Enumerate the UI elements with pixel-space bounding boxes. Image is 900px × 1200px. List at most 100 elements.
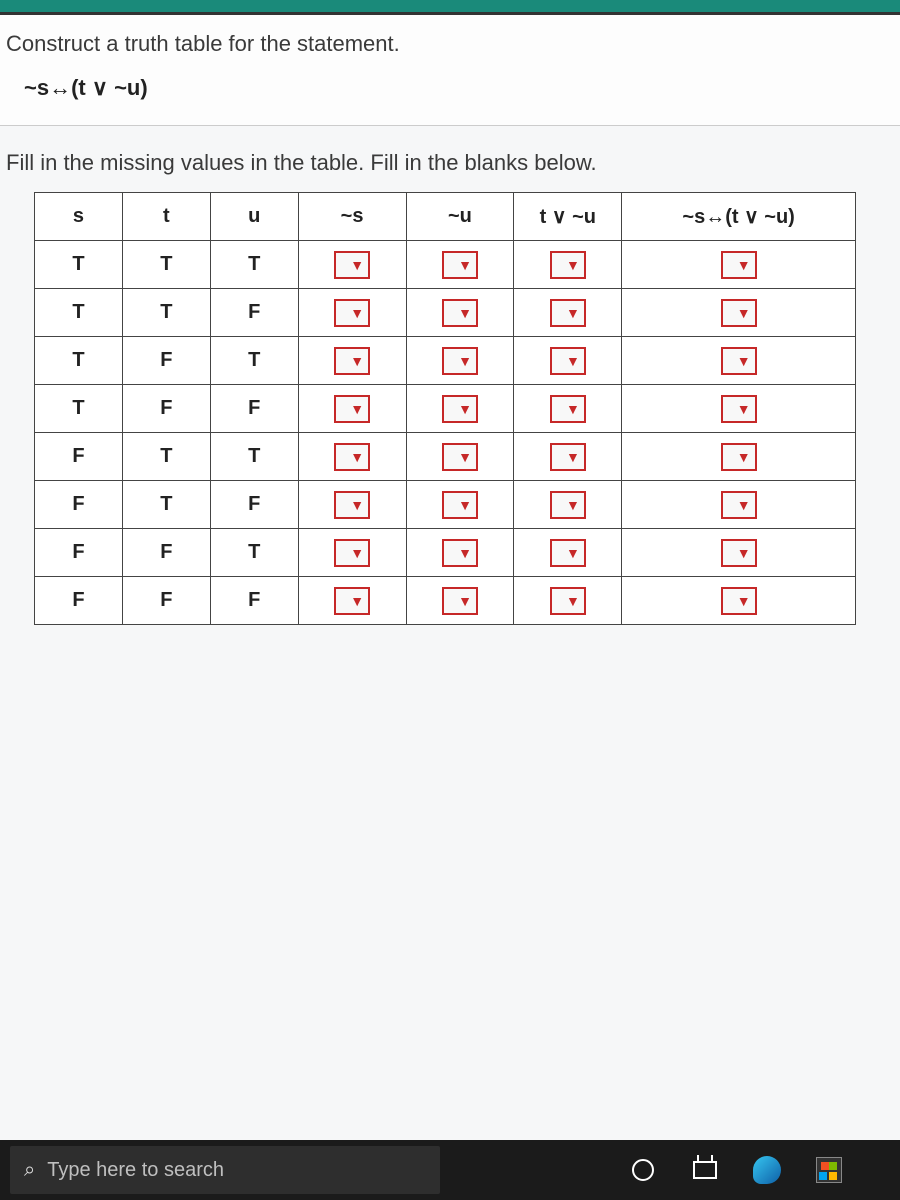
answer-dropdown[interactable]	[721, 347, 757, 375]
truth-table: s t u ~s ~u t ∨ ~u ~s↔(t ∨ ~u) TTTTTFTFT…	[34, 192, 856, 625]
table-row: FFF	[35, 577, 856, 625]
table-row: FFT	[35, 529, 856, 577]
cell-u: T	[210, 529, 298, 577]
answer-section: Fill in the missing values in the table.…	[0, 126, 900, 635]
answer-dropdown[interactable]	[550, 443, 586, 471]
cell-ns	[298, 337, 406, 385]
table-row: TTT	[35, 241, 856, 289]
cell-tvnu	[514, 577, 622, 625]
cell-ns	[298, 385, 406, 433]
cell-final	[622, 289, 856, 337]
cell-u: F	[210, 385, 298, 433]
cell-tvnu	[514, 241, 622, 289]
cell-t: T	[122, 433, 210, 481]
header-t-or-not-u: t ∨ ~u	[514, 193, 622, 241]
cell-final	[622, 241, 856, 289]
header-s: s	[35, 193, 123, 241]
answer-dropdown[interactable]	[721, 443, 757, 471]
header-t: t	[122, 193, 210, 241]
answer-dropdown[interactable]	[442, 491, 478, 519]
cell-final	[622, 481, 856, 529]
header-final: ~s↔(t ∨ ~u)	[622, 193, 856, 241]
answer-dropdown[interactable]	[334, 347, 370, 375]
cell-ns	[298, 241, 406, 289]
answer-dropdown[interactable]	[442, 395, 478, 423]
cell-t: T	[122, 481, 210, 529]
answer-dropdown[interactable]	[442, 539, 478, 567]
answer-dropdown[interactable]	[721, 491, 757, 519]
answer-dropdown[interactable]	[334, 395, 370, 423]
cell-t: T	[122, 289, 210, 337]
microsoft-store-icon[interactable]	[812, 1153, 846, 1187]
app-window: Construct a truth table for the statemen…	[0, 12, 900, 1200]
cell-ns	[298, 289, 406, 337]
answer-dropdown[interactable]	[550, 299, 586, 327]
header-u: u	[210, 193, 298, 241]
cell-s: T	[35, 385, 123, 433]
search-icon: ⌕	[24, 1159, 35, 1182]
answer-dropdown[interactable]	[334, 299, 370, 327]
answer-dropdown[interactable]	[334, 251, 370, 279]
answer-dropdown[interactable]	[442, 587, 478, 615]
answer-dropdown[interactable]	[334, 539, 370, 567]
answer-dropdown[interactable]	[334, 443, 370, 471]
cell-nu	[406, 385, 514, 433]
answer-dropdown[interactable]	[550, 587, 586, 615]
table-header-row: s t u ~s ~u t ∨ ~u ~s↔(t ∨ ~u)	[35, 193, 856, 241]
cell-nu	[406, 577, 514, 625]
answer-dropdown[interactable]	[550, 395, 586, 423]
cortana-icon[interactable]	[626, 1153, 660, 1187]
cell-final	[622, 577, 856, 625]
cell-nu	[406, 289, 514, 337]
cell-u: T	[210, 433, 298, 481]
cell-final	[622, 529, 856, 577]
cell-final	[622, 433, 856, 481]
cell-tvnu	[514, 337, 622, 385]
cell-u: T	[210, 241, 298, 289]
taskbar-search[interactable]: ⌕ Type here to search	[10, 1146, 440, 1194]
cell-s: T	[35, 289, 123, 337]
cell-ns	[298, 529, 406, 577]
cell-nu	[406, 241, 514, 289]
answer-dropdown[interactable]	[334, 587, 370, 615]
answer-dropdown[interactable]	[721, 299, 757, 327]
table-row: TFF	[35, 385, 856, 433]
cell-ns	[298, 433, 406, 481]
cell-s: F	[35, 529, 123, 577]
cell-final	[622, 337, 856, 385]
cell-t: F	[122, 385, 210, 433]
edge-browser-icon[interactable]	[750, 1153, 784, 1187]
answer-dropdown[interactable]	[721, 251, 757, 279]
header-not-u: ~u	[406, 193, 514, 241]
cell-t: T	[122, 241, 210, 289]
answer-dropdown[interactable]	[550, 251, 586, 279]
table-row: FTF	[35, 481, 856, 529]
answer-dropdown[interactable]	[442, 347, 478, 375]
cell-tvnu	[514, 433, 622, 481]
table-row: TTF	[35, 289, 856, 337]
table-row: FTT	[35, 433, 856, 481]
cell-nu	[406, 337, 514, 385]
table-row: TFT	[35, 337, 856, 385]
cell-tvnu	[514, 385, 622, 433]
cell-s: T	[35, 241, 123, 289]
answer-dropdown[interactable]	[550, 347, 586, 375]
answer-dropdown[interactable]	[721, 587, 757, 615]
answer-dropdown[interactable]	[721, 395, 757, 423]
answer-dropdown[interactable]	[442, 443, 478, 471]
cell-t: F	[122, 337, 210, 385]
answer-dropdown[interactable]	[334, 491, 370, 519]
cell-nu	[406, 481, 514, 529]
answer-dropdown[interactable]	[442, 251, 478, 279]
cell-tvnu	[514, 289, 622, 337]
answer-dropdown[interactable]	[721, 539, 757, 567]
cell-ns	[298, 481, 406, 529]
cell-tvnu	[514, 481, 622, 529]
answer-dropdown[interactable]	[550, 539, 586, 567]
cell-t: F	[122, 577, 210, 625]
answer-dropdown[interactable]	[550, 491, 586, 519]
header-not-s: ~s	[298, 193, 406, 241]
answer-dropdown[interactable]	[442, 299, 478, 327]
monitor-frame: Construct a truth table for the statemen…	[0, 0, 900, 1200]
task-view-icon[interactable]	[688, 1153, 722, 1187]
